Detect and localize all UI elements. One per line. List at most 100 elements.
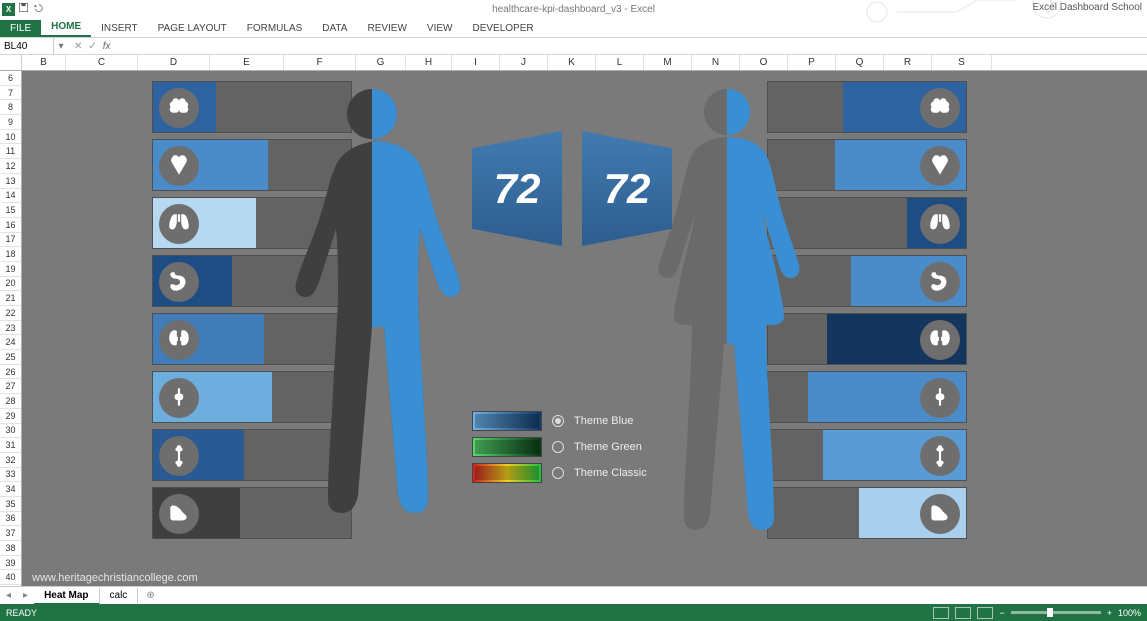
theme-label: Theme Classic (574, 467, 647, 479)
row-header[interactable]: 36 (0, 512, 21, 527)
row-header[interactable]: 7 (0, 86, 21, 101)
save-icon[interactable] (18, 2, 29, 16)
row-header[interactable]: 32 (0, 453, 21, 468)
row-header[interactable]: 26 (0, 365, 21, 380)
radio-icon[interactable] (552, 467, 564, 479)
radio-icon[interactable] (552, 441, 564, 453)
ribbon-tab-home[interactable]: HOME (41, 18, 91, 37)
normal-view-icon[interactable] (933, 607, 949, 619)
row-header[interactable]: 15 (0, 203, 21, 218)
row-header[interactable]: 25 (0, 350, 21, 365)
sheet-tab-calc[interactable]: calc (100, 588, 139, 603)
zoom-level[interactable]: 100% (1118, 608, 1141, 618)
zoom-slider[interactable] (1011, 611, 1101, 614)
title-bar: X healthcare-kpi-dashboard_v3 - Excel Ex… (0, 0, 1147, 19)
undo-icon[interactable] (32, 2, 43, 16)
row-header[interactable]: 40 (0, 570, 21, 585)
column-header[interactable]: D (138, 55, 210, 70)
column-header[interactable]: K (548, 55, 596, 70)
row-header[interactable]: 14 (0, 189, 21, 204)
row-header[interactable]: 28 (0, 394, 21, 409)
column-header[interactable]: S (932, 55, 992, 70)
page-layout-view-icon[interactable] (955, 607, 971, 619)
row-header[interactable]: 21 (0, 291, 21, 306)
row-header[interactable]: 38 (0, 541, 21, 556)
column-header[interactable]: F (284, 55, 356, 70)
row-header[interactable]: 8 (0, 100, 21, 115)
row-header[interactable]: 37 (0, 526, 21, 541)
row-header[interactable]: 20 (0, 277, 21, 292)
row-header[interactable]: 12 (0, 159, 21, 174)
heart-icon (920, 146, 960, 186)
column-header[interactable]: J (500, 55, 548, 70)
column-header[interactable]: B (22, 55, 66, 70)
row-header[interactable]: 33 (0, 468, 21, 483)
row-header[interactable]: 16 (0, 218, 21, 233)
column-header[interactable]: M (644, 55, 692, 70)
row-header[interactable]: 31 (0, 438, 21, 453)
row-header[interactable]: 10 (0, 130, 21, 145)
kidneys-icon (159, 320, 199, 360)
select-all-corner[interactable] (0, 55, 22, 70)
joint-icon (920, 378, 960, 418)
ribbon-tab-view[interactable]: VIEW (417, 20, 463, 37)
radio-icon[interactable] (552, 415, 564, 427)
ribbon-tab-review[interactable]: REVIEW (357, 20, 416, 37)
sheet-nav-prev-icon[interactable]: ◂ (0, 590, 17, 601)
zoom-out-icon[interactable]: − (999, 608, 1004, 618)
theme-option-theme-green[interactable]: Theme Green (472, 437, 672, 457)
row-header[interactable]: 30 (0, 424, 21, 439)
row-header[interactable]: 17 (0, 233, 21, 248)
column-header[interactable]: L (596, 55, 644, 70)
column-header[interactable]: Q (836, 55, 884, 70)
row-header[interactable]: 9 (0, 115, 21, 130)
row-header[interactable]: 18 (0, 247, 21, 262)
row-header[interactable]: 13 (0, 174, 21, 189)
excel-app-icon: X (2, 3, 15, 16)
stomach-icon (920, 262, 960, 302)
ribbon-tab-formulas[interactable]: FORMULAS (237, 20, 313, 37)
row-header[interactable]: 35 (0, 497, 21, 512)
row-header[interactable]: 29 (0, 409, 21, 424)
row-header[interactable]: 23 (0, 321, 21, 336)
theme-option-theme-classic[interactable]: Theme Classic (472, 463, 672, 483)
kidneys-icon (920, 320, 960, 360)
row-header[interactable]: 11 (0, 144, 21, 159)
formula-bar-row: BL40 ▾ ✕ ✓ fx (0, 37, 1147, 55)
sheet-nav-next-icon[interactable]: ▸ (17, 590, 34, 601)
column-header[interactable]: G (356, 55, 406, 70)
theme-option-theme-blue[interactable]: Theme Blue (472, 411, 672, 431)
column-header[interactable]: E (210, 55, 284, 70)
ribbon-tab-page-layout[interactable]: PAGE LAYOUT (148, 20, 237, 37)
add-sheet-icon[interactable]: ⊕ (138, 590, 162, 601)
column-header[interactable]: O (740, 55, 788, 70)
row-header[interactable]: 6 (0, 71, 21, 86)
column-header[interactable]: C (66, 55, 138, 70)
theme-label: Theme Blue (574, 415, 633, 427)
column-header[interactable]: I (452, 55, 500, 70)
name-box[interactable]: BL40 (0, 38, 54, 54)
column-header[interactable]: H (406, 55, 452, 70)
column-header[interactable]: P (788, 55, 836, 70)
ribbon-tab-file[interactable]: FILE (0, 20, 41, 37)
column-header[interactable]: R (884, 55, 932, 70)
row-header[interactable]: 22 (0, 306, 21, 321)
enter-icon[interactable]: ✓ (88, 41, 96, 52)
ribbon-tab-data[interactable]: DATA (312, 20, 357, 37)
ribbon-tab-developer[interactable]: DEVELOPER (462, 20, 543, 37)
page-break-view-icon[interactable] (977, 607, 993, 619)
sheet-tab-heat-map[interactable]: Heat Map (34, 588, 99, 605)
cancel-icon[interactable]: ✕ (74, 41, 82, 52)
ribbon-tab-insert[interactable]: INSERT (91, 20, 148, 37)
row-header[interactable]: 34 (0, 482, 21, 497)
column-headers: BCDEFGHIJKLMNOPQRS (0, 55, 1147, 71)
zoom-in-icon[interactable]: + (1107, 608, 1112, 618)
row-header[interactable]: 19 (0, 262, 21, 277)
column-header[interactable]: N (692, 55, 740, 70)
fx-icon[interactable]: fx (103, 41, 111, 52)
row-header[interactable]: 27 (0, 379, 21, 394)
name-box-dropdown-icon[interactable]: ▾ (54, 41, 68, 52)
row-header[interactable]: 24 (0, 335, 21, 350)
row-header[interactable]: 39 (0, 556, 21, 571)
male-score-badge: 72 (472, 131, 562, 246)
